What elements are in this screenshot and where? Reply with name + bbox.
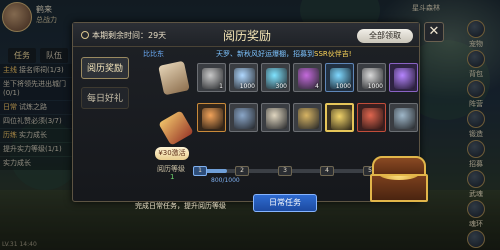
claim-all-button[interactable]: 全部领取 [357, 29, 413, 43]
free-track-scroll-icon [158, 60, 190, 96]
time-remaining: 本期剩余时间：29天 [81, 30, 166, 41]
reward-slot[interactable] [357, 103, 386, 132]
hint-text: 完成日常任务，提升阅历等级 [135, 202, 226, 210]
reward-quantity: 1000 [239, 83, 255, 90]
reward-quantity: 4 [315, 83, 319, 90]
time-remaining-value: 29天 [148, 31, 167, 40]
reward-quantity: 1 [219, 83, 223, 90]
tab-experience-rewards[interactable]: 阅历奖励 [81, 57, 129, 79]
activate-price-button[interactable]: ¥30激活 [155, 147, 189, 160]
daily-task-button[interactable]: 日常任务 [253, 194, 317, 212]
exp-progress-text: 800/1000 [211, 177, 240, 184]
clock-icon [81, 31, 89, 39]
book-icon [202, 108, 223, 129]
reward-slot[interactable]: 4 [293, 63, 322, 92]
level-node: 2 [235, 166, 249, 176]
reward-quantity: 1000 [335, 83, 351, 90]
level-node: 4 [320, 166, 334, 176]
time-remaining-label: 本期剩余时间： [92, 31, 148, 40]
reward-slot[interactable] [261, 103, 290, 132]
reward-slot[interactable]: 1000 [229, 63, 258, 92]
bone-icon [266, 108, 287, 129]
panel-header: 本期剩余时间：29天 阅历奖励 全部领取 [73, 23, 419, 47]
broadcast-highlight: SSR伙伴吉! [314, 50, 352, 58]
reward-slot[interactable] [293, 103, 322, 132]
relic-icon [362, 108, 383, 129]
card-icon [234, 108, 255, 129]
broadcast-message: 天罗、新秋风好运爆棚，招募到SSR伙伴吉! [216, 49, 352, 59]
reward-quantity: 1000 [367, 83, 383, 90]
reward-slot[interactable] [325, 103, 354, 132]
box-icon [331, 109, 352, 130]
reward-slot[interactable] [229, 103, 258, 132]
level-node: 1 [193, 166, 207, 176]
broadcast-text: 天罗、新秋风好运爆棚，招募到 [216, 50, 314, 58]
reward-slot[interactable] [197, 103, 226, 132]
panel-title: 阅历奖励 [222, 29, 271, 43]
ticket-icon [298, 108, 319, 129]
paid-reward-row [197, 103, 418, 132]
broadcast-name: 比比东 [143, 50, 164, 58]
tab-daily-gifts[interactable]: 每日好礼 [81, 87, 129, 109]
level-node: 3 [278, 166, 292, 176]
gem-icon [394, 68, 415, 89]
treasure-chest-icon[interactable] [368, 152, 430, 204]
paid-track-scroll-icon [158, 110, 194, 146]
level-value: 1 [170, 173, 175, 181]
reward-slot[interactable]: 1000 [357, 63, 386, 92]
free-reward-row: 1 1000 300 4 1000 1000 [197, 63, 418, 92]
reward-slot[interactable]: 1000 [325, 63, 354, 92]
reward-slot[interactable] [389, 63, 418, 92]
close-button[interactable]: ✕ [424, 22, 444, 42]
reward-slot[interactable]: 300 [261, 63, 290, 92]
reward-quantity: 300 [275, 83, 287, 90]
spirit-icon [394, 108, 415, 129]
reward-slot[interactable]: 1 [197, 63, 226, 92]
reward-slot[interactable] [389, 103, 418, 132]
